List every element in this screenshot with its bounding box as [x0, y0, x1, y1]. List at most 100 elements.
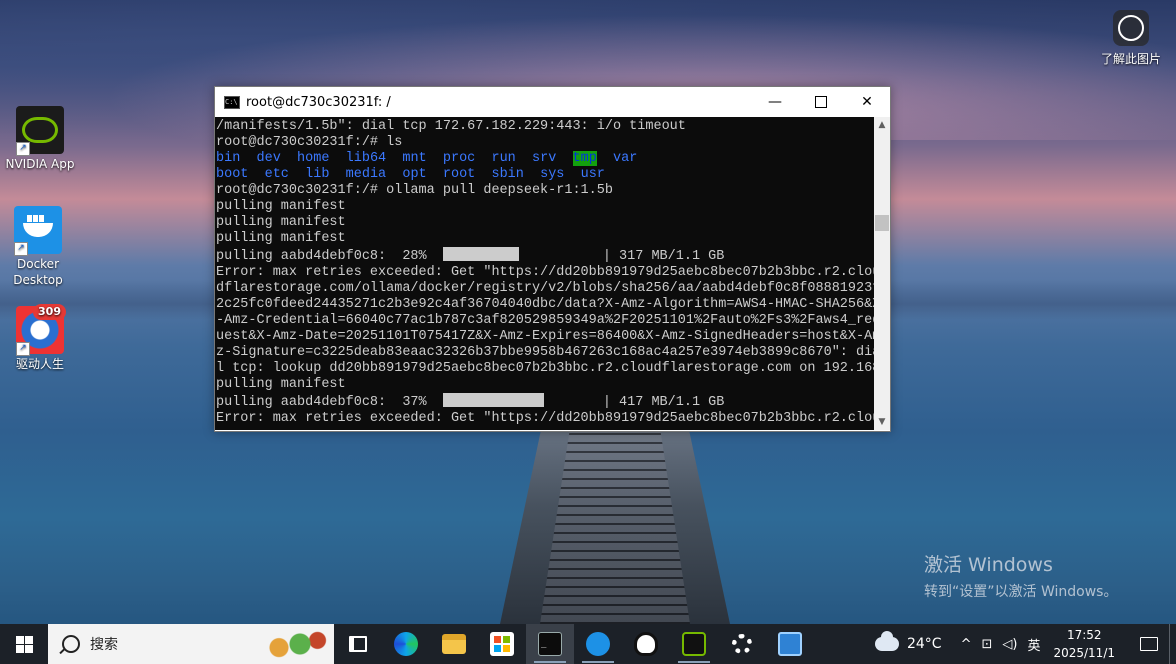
- console-line: root@dc730c30231f:/# ollama pull deepsee…: [216, 183, 613, 198]
- start-button[interactable]: [0, 624, 48, 664]
- volume-icon[interactable]: ◁): [1002, 637, 1017, 652]
- ls-entry: bin: [216, 151, 241, 166]
- notification-badge: 309: [33, 304, 66, 320]
- search-highlight-illustration: [258, 626, 328, 662]
- qq-penguin-icon: [634, 632, 658, 656]
- ls-entry: sys: [540, 167, 565, 182]
- show-desktop-button[interactable]: [1169, 624, 1176, 664]
- control-panel-icon: [778, 632, 802, 656]
- window-titlebar[interactable]: C:\ root@dc730c30231f: / — ✕: [215, 87, 890, 117]
- watermark-subtitle: 转到“设置”以激活 Windows。: [924, 584, 1118, 600]
- system-tray: 24°C ^ ⊡ ◁) 英 17:52 2025/11/1: [874, 624, 1176, 664]
- ls-entry: media: [345, 167, 387, 182]
- progress-prefix: pulling aabd4debf0c8: 28%: [216, 249, 427, 264]
- minimize-button[interactable]: —: [752, 87, 798, 117]
- docker-icon: [586, 632, 610, 656]
- weather-temperature: 24°C: [906, 636, 942, 652]
- ls-entry: lib64: [345, 151, 387, 166]
- search-placeholder: 搜索: [90, 637, 118, 653]
- console-line: 2c25fc0fdeed24435271c2b3e92c4af36704040d…: [216, 297, 874, 312]
- console-output[interactable]: /manifests/1.5b": dial tcp 172.67.182.22…: [215, 117, 874, 430]
- scroll-down-icon[interactable]: ▼: [874, 414, 890, 430]
- docker-icon: ↗: [14, 206, 62, 256]
- clock[interactable]: 17:52 2025/11/1: [1053, 626, 1115, 662]
- watermark-title: 激活 Windows: [924, 554, 1053, 576]
- close-button[interactable]: ✕: [844, 87, 890, 117]
- driver-life-icon: 309 ↗: [16, 304, 66, 356]
- ls-entry: usr: [580, 167, 605, 182]
- taskbar-qq[interactable]: [622, 624, 670, 664]
- ls-entry: root: [442, 167, 476, 182]
- console-line: pulling manifest: [216, 231, 346, 246]
- network-icon[interactable]: ⊡: [981, 637, 992, 652]
- ls-entry-highlighted: tmp: [572, 151, 597, 166]
- terminal-icon: _: [538, 632, 562, 656]
- shortcut-arrow-icon: ↗: [16, 342, 30, 356]
- taskbar-terminal[interactable]: _: [526, 624, 574, 664]
- console-app-icon: C:\: [224, 95, 240, 109]
- folder-icon: [442, 634, 466, 654]
- camera-icon: [1113, 10, 1149, 46]
- console-line: -Amz-Credential=66040c77ac1b787c3af82052…: [216, 313, 874, 328]
- progress-bar: [442, 393, 544, 407]
- ls-entry: var: [613, 151, 638, 166]
- scrollbar-thumb[interactable]: [875, 215, 889, 231]
- taskbar: 搜索 _ 24°C ^ ⊡ ◁) 英 17:52 2025/11/1: [0, 624, 1176, 664]
- console-line: pulling manifest: [216, 377, 346, 392]
- desktop-icon-label: Docker Desktop: [13, 257, 63, 287]
- store-icon: [490, 632, 514, 656]
- ls-entry: run: [491, 151, 516, 166]
- taskbar-file-explorer[interactable]: [430, 624, 478, 664]
- taskbar-edge[interactable]: [382, 624, 430, 664]
- console-window[interactable]: C:\ root@dc730c30231f: / — ✕ /manifests/…: [214, 86, 891, 432]
- progress-bar: [442, 247, 519, 261]
- scroll-up-icon[interactable]: ▲: [874, 117, 890, 133]
- ls-entry: mnt: [402, 151, 427, 166]
- ime-indicator[interactable]: 英: [1027, 635, 1040, 654]
- console-line: Error: max retries exceeded: Get "https:…: [216, 411, 874, 426]
- taskbar-search-box[interactable]: 搜索: [48, 624, 334, 664]
- desktop-icon-driver-life[interactable]: 309 ↗ 驱动人生: [0, 304, 80, 372]
- activation-watermark: 激活 Windows 转到“设置”以激活 Windows。: [924, 550, 1117, 601]
- ls-entry: etc: [264, 167, 289, 182]
- console-line: dflarestorage.com/ollama/docker/registry…: [216, 281, 874, 296]
- taskbar-nvidia[interactable]: [670, 624, 718, 664]
- desktop-icon-docker-desktop[interactable]: ↗ Docker Desktop: [0, 206, 78, 288]
- console-line: uest&X-Amz-Date=20251101T075417Z&X-Amz-E…: [216, 329, 874, 344]
- console-line: root@dc730c30231f:/# ls: [216, 135, 403, 150]
- learn-about-picture[interactable]: 了解此图片: [1096, 10, 1166, 67]
- window-title: root@dc730c30231f: /: [246, 94, 391, 110]
- ls-entry: lib: [305, 167, 330, 182]
- chevron-up-icon[interactable]: ^: [961, 637, 972, 652]
- vertical-scrollbar[interactable]: ▲ ▼: [874, 117, 890, 430]
- progress-size: 317 MB/1.1 GB: [619, 249, 725, 264]
- clock-time: 17:52: [1066, 628, 1102, 642]
- taskbar-settings[interactable]: [718, 624, 766, 664]
- console-line: Error: max retries exceeded: Get "https:…: [216, 265, 874, 280]
- desktop-icon-nvidia-app[interactable]: ↗ NVIDIA App: [0, 106, 80, 172]
- minimize-icon: —: [768, 94, 782, 110]
- task-view-button[interactable]: [334, 624, 382, 664]
- progress-size: 417 MB/1.1 GB: [619, 395, 725, 410]
- console-line: pulling manifest: [216, 215, 346, 230]
- maximize-button[interactable]: [798, 87, 844, 117]
- close-icon: ✕: [861, 94, 873, 110]
- shortcut-arrow-icon: ↗: [16, 142, 30, 156]
- taskbar-store[interactable]: [478, 624, 526, 664]
- notification-icon: [1140, 637, 1158, 651]
- task-view-icon: [349, 636, 367, 652]
- progress-prefix: pulling aabd4debf0c8: 37%: [216, 395, 427, 410]
- ls-entry: dev: [256, 151, 281, 166]
- learn-about-picture-label: 了解此图片: [1100, 52, 1161, 66]
- clock-date: 2025/11/1: [1053, 646, 1115, 660]
- weather-widget[interactable]: 24°C: [874, 631, 942, 652]
- ls-entry: opt: [402, 167, 427, 182]
- notification-center-button[interactable]: [1129, 624, 1169, 664]
- console-line: z-Signature=c3225deab83eaac32326b37bbe99…: [216, 345, 874, 360]
- taskbar-docker[interactable]: [574, 624, 622, 664]
- maximize-icon: [815, 96, 827, 108]
- ls-entry: proc: [442, 151, 476, 166]
- nvidia-icon: ↗: [16, 106, 64, 156]
- search-icon: [62, 635, 80, 653]
- taskbar-control-panel[interactable]: [766, 624, 814, 664]
